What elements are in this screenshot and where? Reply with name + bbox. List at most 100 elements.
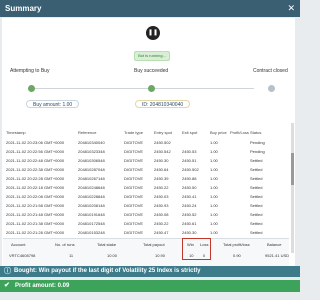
col-status: Status bbox=[250, 130, 262, 135]
col-profit-loss: Profit/Loss bbox=[230, 130, 249, 135]
cell-reference: 204810287048 bbox=[78, 167, 105, 172]
cell-timestamp: 2021-11-02 20:21:48 GMT+0000 bbox=[6, 212, 65, 217]
cell-reference: 204810323348 bbox=[78, 149, 105, 154]
cell-reference: 204810306548 bbox=[78, 158, 105, 163]
col-entry-spot: Entry spot bbox=[154, 130, 173, 135]
table-row: 2021-11-02 20:21:58 GMT+0000 20481020814… bbox=[6, 203, 292, 212]
step-dot-contract-closed bbox=[268, 85, 275, 92]
cell-trade-type: DIGITOVE bbox=[124, 185, 144, 190]
cell-reference: 204810267148 bbox=[78, 176, 105, 181]
pause-icon[interactable]: ❚❚ bbox=[146, 26, 160, 40]
info-icon: ⓘ bbox=[4, 268, 11, 275]
summary-header-balance: Balance bbox=[267, 242, 282, 247]
cell-trade-type: DIGITOVE bbox=[124, 149, 144, 154]
scrollbar-thumb[interactable] bbox=[291, 153, 294, 185]
cell-status: Settled bbox=[250, 158, 263, 163]
cell-reference: 204810191648 bbox=[78, 212, 105, 217]
bought-notification: ⓘ Bought: Win payout if the last digit o… bbox=[0, 266, 300, 277]
cell-trade-type: DIGITOVE bbox=[124, 176, 144, 181]
cell-exit-spot: 2450.53 bbox=[182, 149, 197, 154]
cell-reference: 204810172548 bbox=[78, 221, 105, 226]
cell-timestamp: 2021-11-02 20:22:56 GMT+0000 bbox=[6, 149, 65, 154]
cell-exit-spot: 2450.52 bbox=[182, 212, 197, 217]
cell-status: Settled bbox=[250, 167, 263, 172]
table-row: 2021-11-02 20:22:48 GMT+0000 20481030654… bbox=[6, 158, 292, 167]
cell-profit-loss bbox=[230, 203, 250, 212]
col-exit-spot: Exit spot bbox=[182, 130, 198, 135]
cell-buy-price: 1.00 bbox=[210, 176, 218, 181]
cell-entry-spot: 2450.22 bbox=[154, 185, 169, 190]
step-label-attempting: Attempting to Buy bbox=[10, 68, 50, 74]
col-timestamp: Timestamp bbox=[6, 130, 26, 135]
cell-reference: 204810340040 bbox=[78, 140, 105, 145]
cell-trade-type: DIGITOVE bbox=[124, 140, 144, 145]
summary-value-total-payout: 10.90 bbox=[155, 253, 166, 258]
cell-exit-spot: 2450.41 bbox=[182, 194, 197, 199]
cell-profit-loss bbox=[230, 176, 250, 185]
cell-buy-price: 1.00 bbox=[210, 221, 218, 226]
cell-timestamp: 2021-11-02 20:22:18 GMT+0000 bbox=[6, 185, 65, 190]
cell-buy-price: 1.00 bbox=[210, 158, 218, 163]
profit-notification: ✔ Profit amount: 0.09 bbox=[0, 280, 300, 292]
cell-exit-spot: 2450.502 bbox=[182, 167, 199, 172]
cell-profit-loss bbox=[230, 167, 250, 176]
cell-exit-spot bbox=[182, 140, 210, 149]
cell-timestamp: 2021-11-02 20:23:06 GMT+0000 bbox=[6, 140, 65, 145]
table-row: 2021-11-02 20:22:28 GMT+0000 20481026714… bbox=[6, 176, 292, 185]
cell-buy-price: 1.00 bbox=[210, 140, 218, 145]
summary-value-account: VRTC4608798 bbox=[9, 253, 36, 258]
cell-buy-price: 1.00 bbox=[210, 203, 218, 208]
col-reference: Reference bbox=[78, 130, 97, 135]
summary-panel: ❚❚ Bot is running... Attempting to Buy B… bbox=[2, 18, 295, 268]
cell-buy-price: 1.00 bbox=[210, 167, 218, 172]
close-icon[interactable]: ✕ bbox=[287, 3, 295, 14]
cell-status: Settled bbox=[250, 212, 263, 217]
cell-timestamp: 2021-11-02 20:21:38 GMT+0000 bbox=[6, 221, 65, 226]
cell-entry-spot: 2450.08 bbox=[154, 212, 169, 217]
summary-header-total-payout: Total payout bbox=[143, 242, 165, 247]
cell-timestamp: 2021-11-02 20:22:28 GMT+0000 bbox=[6, 176, 65, 181]
table-row: 2021-11-02 20:23:06 GMT+0000 20481034004… bbox=[6, 140, 292, 149]
summary-header-account: Account bbox=[11, 242, 26, 247]
cell-entry-spot: 2450.502 bbox=[154, 140, 171, 145]
cell-entry-spot: 2450.03 bbox=[154, 194, 169, 199]
cell-entry-spot: 2450.22 bbox=[154, 221, 169, 226]
cell-timestamp: 2021-11-02 20:21:58 GMT+0000 bbox=[6, 203, 65, 208]
cell-timestamp: 2021-11-02 20:22:08 GMT+0000 bbox=[6, 194, 65, 199]
cell-buy-price: 1.00 bbox=[210, 194, 218, 199]
cell-profit-loss bbox=[230, 212, 250, 221]
summary-row: Account No. of runs Total stake Total pa… bbox=[3, 238, 289, 266]
cell-profit-loss bbox=[230, 140, 250, 149]
cell-profit-loss bbox=[230, 185, 250, 194]
win-loss-highlight bbox=[182, 238, 211, 260]
cell-entry-spot: 2450.30 bbox=[154, 158, 169, 163]
cell-status: Pending bbox=[250, 149, 265, 154]
progress-line bbox=[32, 88, 254, 89]
cell-status: Settled bbox=[250, 203, 263, 208]
bought-notification-text: Bought: Win payout if the last digit of … bbox=[14, 268, 201, 274]
cell-trade-type: DIGITOVE bbox=[124, 203, 144, 208]
cell-profit-loss bbox=[230, 221, 250, 230]
contract-id-pill: ID: 204810340040 bbox=[135, 100, 191, 108]
cell-status: Settled bbox=[250, 194, 263, 199]
cell-trade-type: DIGITOVE bbox=[124, 167, 144, 172]
cell-buy-price: 1.00 bbox=[210, 185, 218, 190]
cell-status: Pending bbox=[250, 140, 265, 145]
profit-notification-text: Profit amount: 0.09 bbox=[15, 283, 70, 289]
table-header: Timestamp Reference Trade type Entry spo… bbox=[6, 130, 292, 138]
cell-entry-spot: 2450.64 bbox=[154, 167, 169, 172]
cell-exit-spot: 2450.51 bbox=[182, 158, 197, 163]
cell-trade-type: DIGITOVE bbox=[124, 221, 144, 226]
table-row: 2021-11-02 20:22:56 GMT+0000 20481032334… bbox=[6, 149, 292, 158]
step-dot-buy-succeeded bbox=[148, 85, 155, 92]
cell-entry-spot: 2450.542 bbox=[154, 149, 171, 154]
cell-profit-loss bbox=[230, 149, 250, 158]
window-header: Summary ✕ bbox=[0, 0, 300, 17]
cell-trade-type: DIGITOVE bbox=[124, 194, 144, 199]
scrollbar[interactable] bbox=[291, 123, 294, 253]
table-row: 2021-11-02 20:21:38 GMT+0000 20481017254… bbox=[6, 221, 292, 230]
summary-value-balance: 9521.41 USD bbox=[265, 253, 290, 258]
cell-reference: 204810228848 bbox=[78, 194, 105, 199]
cell-entry-spot: 2450.39 bbox=[154, 176, 169, 181]
cell-buy-price: 1.00 bbox=[210, 149, 218, 154]
